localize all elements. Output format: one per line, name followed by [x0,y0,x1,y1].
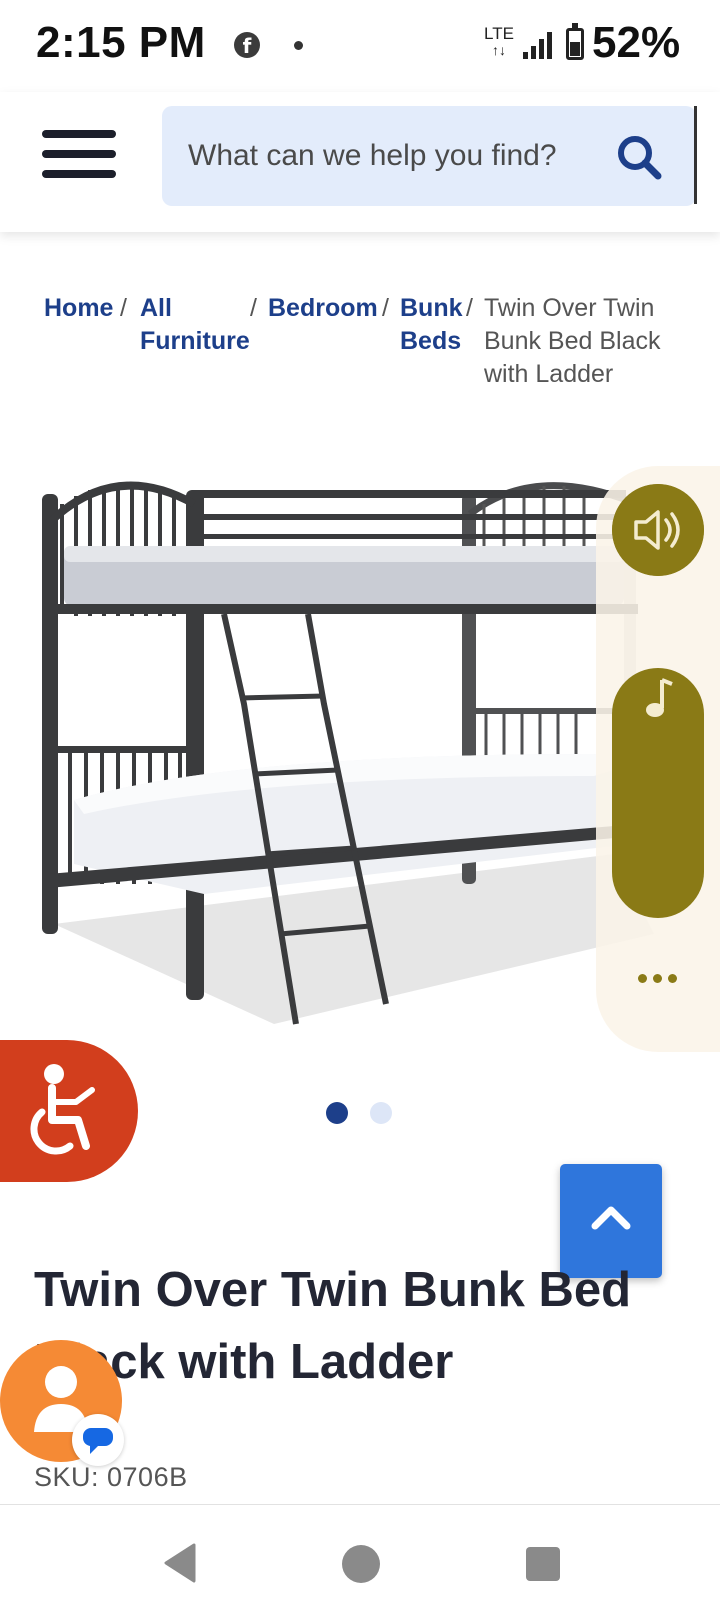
lte-label: LTE [484,24,514,43]
more-dot [653,974,662,983]
battery-icon [566,23,584,60]
menu-line [42,170,116,178]
battery-level [570,42,580,56]
more-options-button[interactable] [634,968,682,988]
status-bar: 2:15 PM f LTE ↑↓ 52% [0,0,720,92]
more-dots-icon [638,974,647,983]
menu-line [42,150,116,158]
breadcrumb-bedroom[interactable]: Bedroom [268,292,378,325]
recent-square-icon[interactable] [526,1547,560,1581]
search-bar [162,106,696,206]
breadcrumb-bunk-beds[interactable]: Bunk Beds [400,292,466,358]
music-slider[interactable] [612,668,704,918]
breadcrumb-separator: / [382,294,389,322]
chat-badge [72,1414,124,1466]
carousel-dot-1[interactable] [326,1102,348,1124]
breadcrumb: Home / All Furniture / Bedroom / Bunk Be… [44,294,684,400]
breadcrumb-separator: / [250,294,257,322]
lte-icon: LTE ↑↓ [484,24,514,58]
breadcrumb-separator: / [466,294,473,322]
signal-icon [523,32,552,59]
search-input[interactable] [188,132,588,180]
breadcrumb-all-furniture[interactable]: All Furniture [140,292,260,358]
speaker-icon[interactable] [612,484,704,576]
music-note-icon [646,678,673,717]
wheelchair-icon [30,1064,95,1155]
header-divider [694,106,697,204]
more-dot [668,974,677,983]
status-time: 2:15 PM [36,18,206,67]
system-nav-bar [0,1504,720,1612]
hamburger-menu-icon [42,130,116,138]
chevron-up-icon [591,1206,631,1230]
hamburger-menu-button[interactable] [42,130,118,180]
breadcrumb-separator: / [120,294,127,322]
home-circle-icon[interactable] [342,1545,380,1583]
data-arrows-icon: ↑↓ [491,42,506,58]
carousel-dot-2[interactable] [370,1102,392,1124]
product-sku: SKU: 0706B [34,1462,188,1492]
accessibility-button[interactable] [0,1040,138,1182]
battery-percent: 52% [592,18,681,67]
breadcrumb-home[interactable]: Home [44,292,113,325]
message-bubble-icon [83,1428,113,1454]
breadcrumb-current: Twin Over Twin Bunk Bed Black with Ladde… [484,294,661,388]
notification-dot-icon [294,41,303,50]
bunk-bed-product-photo[interactable] [34,464,654,1054]
facebook-icon: f [234,32,260,58]
back-triangle-icon[interactable] [162,1543,198,1583]
search-icon[interactable] [612,130,668,186]
product-title: Twin Over Twin Bunk Bed Black with Ladde… [34,1263,632,1389]
site-header [0,92,720,232]
